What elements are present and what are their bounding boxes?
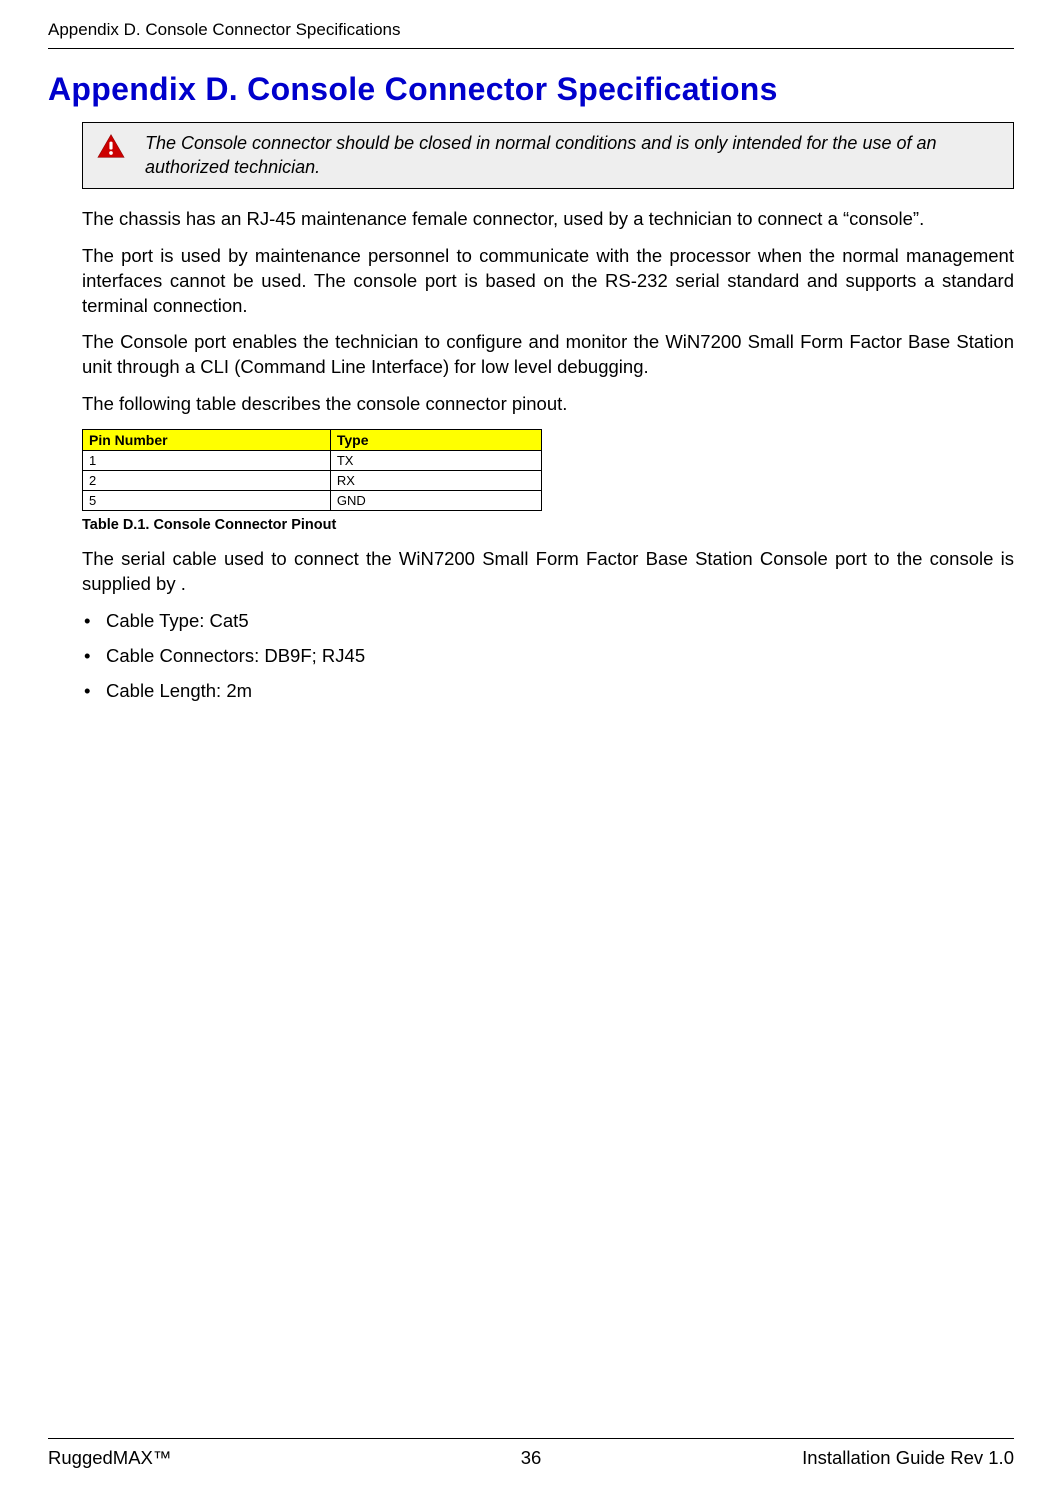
table-cell-type: RX	[330, 471, 541, 491]
body-paragraph: The port is used by maintenance personne…	[82, 244, 1014, 319]
warning-text: The Console connector should be closed i…	[145, 131, 999, 180]
table-row: 5 GND	[83, 491, 542, 511]
table-cell-type: GND	[330, 491, 541, 511]
table-header-row: Pin Number Type	[83, 430, 542, 451]
body-paragraph: The chassis has an RJ-45 maintenance fem…	[82, 207, 1014, 232]
table-cell-pin: 5	[83, 491, 331, 511]
page-header: Appendix D. Console Connector Specificat…	[48, 20, 1014, 49]
table-cell-pin: 2	[83, 471, 331, 491]
warning-alert: The Console connector should be closed i…	[82, 122, 1014, 189]
cable-spec-list: Cable Type: Cat5 Cable Connectors: DB9F;…	[82, 609, 1014, 704]
footer-product: RuggedMAX™	[48, 1447, 171, 1469]
list-item: Cable Connectors: DB9F; RJ45	[82, 644, 1014, 669]
table-cell-type: TX	[330, 451, 541, 471]
table-caption: Table D.1. Console Connector Pinout	[82, 517, 1014, 533]
footer-doc-version: Installation Guide Rev 1.0	[802, 1447, 1014, 1469]
body-paragraph: The following table describes the consol…	[82, 392, 1014, 417]
warning-icon	[97, 133, 125, 159]
section-title: Appendix D. Console Connector Specificat…	[48, 71, 1014, 108]
table-header-pin: Pin Number	[83, 430, 331, 451]
table-cell-pin: 1	[83, 451, 331, 471]
list-item: Cable Type: Cat5	[82, 609, 1014, 634]
list-item: Cable Length: 2m	[82, 679, 1014, 704]
breadcrumb-text: Appendix D. Console Connector Specificat…	[48, 20, 400, 39]
body-paragraph: The serial cable used to connect the WiN…	[82, 547, 1014, 597]
body-paragraph: The Console port enables the technician …	[82, 330, 1014, 380]
table-row: 1 TX	[83, 451, 542, 471]
table-header-type: Type	[330, 430, 541, 451]
pinout-table: Pin Number Type 1 TX 2 RX 5 GND	[82, 429, 542, 511]
page-footer: RuggedMAX™ 36 Installation Guide Rev 1.0	[48, 1438, 1014, 1469]
table-row: 2 RX	[83, 471, 542, 491]
